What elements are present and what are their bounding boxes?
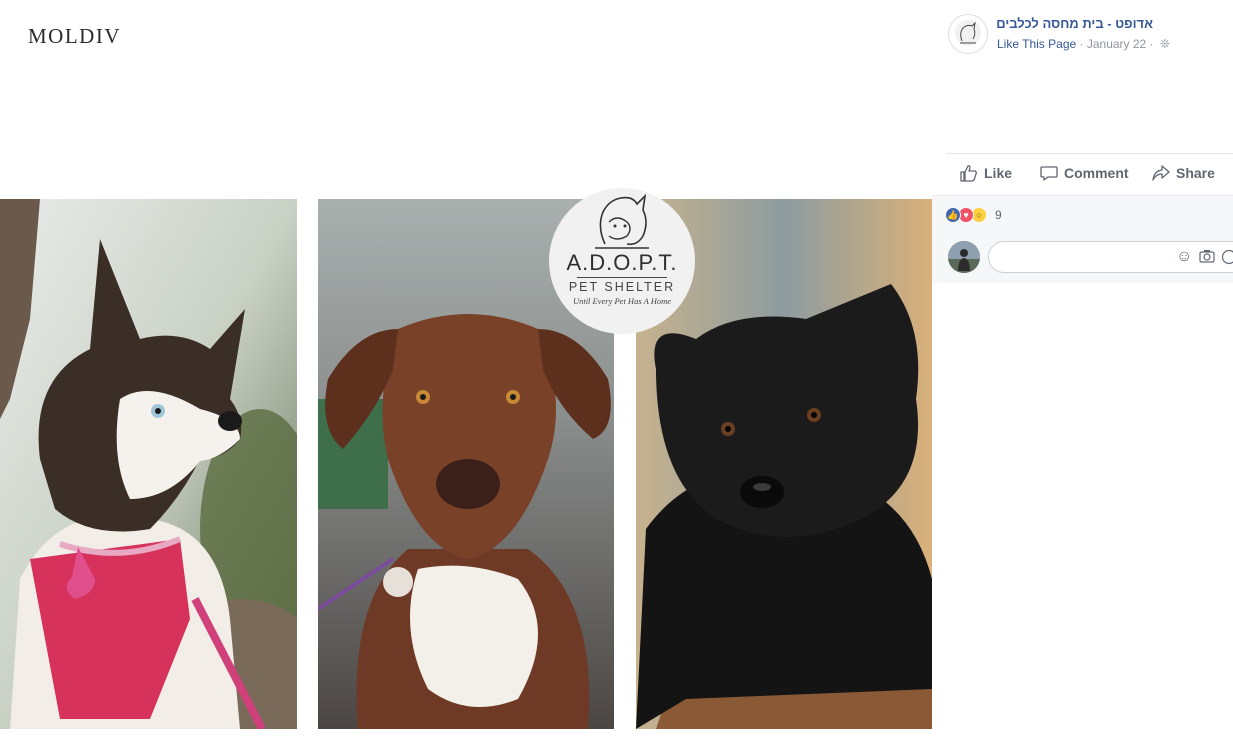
emoji-icon[interactable]: ☺	[1176, 249, 1192, 265]
comment-label: Comment	[1064, 165, 1129, 181]
post-sidebar: אדופט - בית מחסה לכלבים Like This Page ·…	[932, 0, 1233, 741]
reaction-summary[interactable]: 👍 ♥ ○	[945, 207, 987, 223]
logo-tagline: Until Every Pet Has A Home	[572, 296, 672, 306]
logo-divider	[577, 277, 667, 278]
comment-input[interactable]	[999, 248, 1163, 268]
comment-composer[interactable]: ☺	[988, 241, 1233, 273]
shelter-logo-icon	[955, 20, 981, 46]
gif-icon[interactable]	[1221, 249, 1233, 269]
post-photo[interactable]: MOLDIV A.D.O.P.T. PET SHELTER Until Ever…	[0, 0, 932, 741]
like-label: Like	[984, 165, 1013, 181]
reactions-panel: 👍 ♥ ○ 9 ☺	[932, 195, 1233, 283]
shelter-logo: A.D.O.P.T. PET SHELTER Until Every Pet H…	[549, 188, 695, 334]
page-avatar[interactable]	[948, 14, 988, 54]
like-icon: 👍	[945, 207, 961, 223]
logo-subtitle: PET SHELTER	[568, 280, 676, 294]
page-name-link[interactable]: אדופט - בית מחסה לכלבים	[996, 16, 1153, 31]
share-button[interactable]: Share	[1152, 164, 1215, 182]
user-avatar[interactable]	[948, 241, 980, 273]
thumbs-up-icon	[960, 165, 977, 182]
meta-separator: ·	[1076, 37, 1087, 51]
comment-icon	[1040, 166, 1058, 181]
logo-title: A.D.O.P.T.	[566, 250, 678, 275]
user-photo	[948, 241, 980, 273]
camera-icon[interactable]	[1199, 249, 1215, 267]
dog-photo-husky	[0, 199, 297, 729]
dog-cat-outline-icon	[595, 193, 649, 249]
like-page-link[interactable]: Like This Page	[997, 37, 1076, 51]
reaction-count[interactable]: 9	[995, 208, 1002, 222]
globe-icon: ❊	[1159, 37, 1170, 51]
post-date[interactable]: January 22	[1087, 37, 1146, 51]
post-meta: Like This Page · January 22 · ❊	[997, 37, 1170, 51]
action-bar: Like Comment Share	[946, 153, 1233, 194]
share-arrow-icon	[1152, 165, 1170, 181]
comment-button[interactable]: Comment	[1040, 164, 1129, 182]
photo-watermark: MOLDIV	[28, 24, 121, 48]
like-button[interactable]: Like	[960, 164, 1012, 182]
share-label: Share	[1176, 165, 1215, 181]
meta-separator-2: ·	[1146, 37, 1157, 51]
